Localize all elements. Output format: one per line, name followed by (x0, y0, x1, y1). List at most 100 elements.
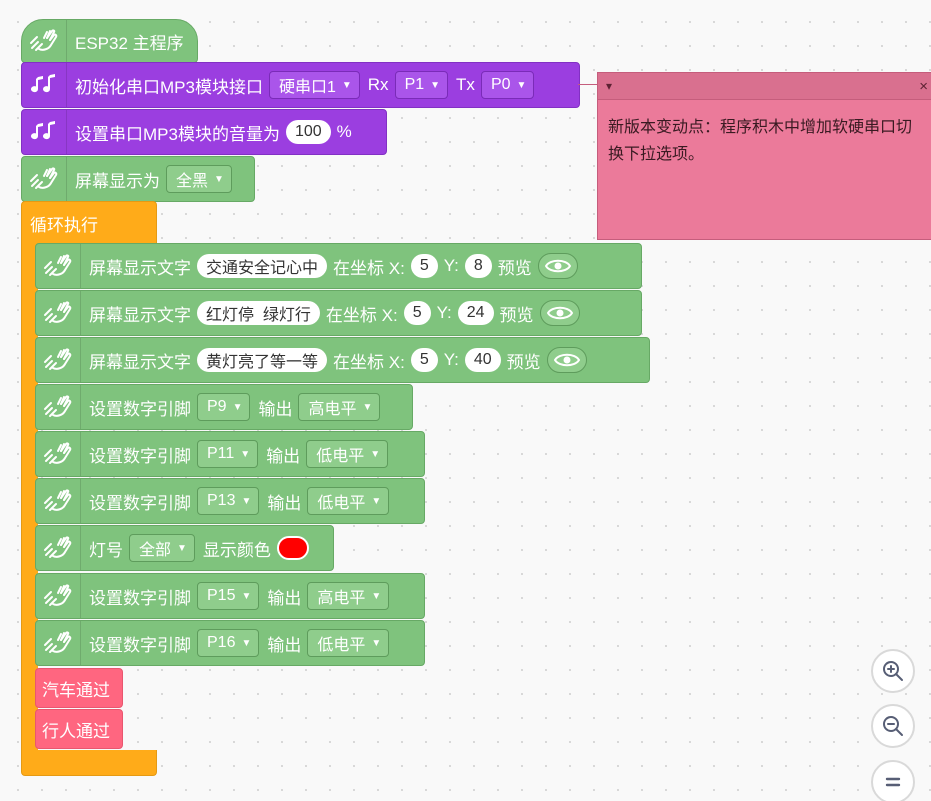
output-label: 输出 (267, 493, 302, 513)
zoom-out-button[interactable] (871, 704, 915, 748)
eye-icon[interactable] (539, 300, 580, 326)
pin-dropdown[interactable]: P11 ▼ (197, 440, 259, 468)
comment-text[interactable]: 新版本变动点：程序积木中增加软硬串口切换下拉选项。 (598, 100, 931, 182)
tx-label: Tx (456, 75, 475, 94)
screen-fill-dropdown[interactable]: 全黑 ▼ (166, 165, 232, 193)
level-dropdown[interactable]: 低电平 ▼ (307, 629, 390, 657)
music-note-icon (22, 63, 67, 107)
pin-dropdown[interactable]: P15 ▼ (197, 582, 260, 610)
digital-pin-block[interactable]: 设置数字引脚 P13 ▼ 输出 低电平 ▼ (35, 478, 425, 524)
coord-y-label: Y: (443, 256, 459, 275)
led-color-block[interactable]: 灯号 全部 ▼ 显示颜色 (35, 525, 334, 571)
mp3-volume-block[interactable]: 设置串口MP3模块的音量为 100 % (21, 109, 387, 155)
coord-x-input[interactable]: 5 (410, 254, 438, 278)
output-label: 输出 (267, 635, 302, 655)
hand-icon (36, 291, 81, 335)
reset-zoom-button[interactable] (871, 760, 915, 801)
coord-x-label: 在坐标 X: (325, 305, 398, 325)
comment-bubble[interactable]: ▾ × 新版本变动点：程序积木中增加软硬串口切换下拉选项。 (597, 72, 931, 240)
volume-input[interactable]: 100 (285, 120, 331, 144)
screen-fill-value: 全黑 (176, 173, 209, 190)
collapse-icon[interactable]: ▾ (606, 79, 612, 93)
coord-x-label: 在坐标 X: (333, 258, 405, 278)
main-program-label: ESP32 主程序 (75, 33, 184, 53)
close-icon[interactable]: × (919, 78, 928, 95)
digital-pin-label: 设置数字引脚 (89, 635, 191, 655)
loop-label: 循环执行 (30, 215, 98, 235)
digital-pin-block[interactable]: 设置数字引脚 P9 ▼ 输出 高电平 ▼ (35, 384, 413, 430)
coord-x-input[interactable]: 5 (403, 301, 431, 325)
coord-y-label: Y: (443, 350, 459, 369)
coord-y-input[interactable]: 8 (464, 254, 492, 278)
rx-pin-dropdown[interactable]: P1 ▼ (394, 71, 449, 99)
level-value: 低电平 (317, 495, 366, 512)
digital-pin-label: 设置数字引脚 (89, 588, 191, 608)
color-swatch[interactable] (276, 536, 309, 560)
coord-y-label: Y: (436, 303, 452, 322)
chevron-down-icon: ▼ (177, 542, 187, 554)
digital-pin-block[interactable]: 设置数字引脚 P11 ▼ 输出 低电平 ▼ (35, 431, 425, 477)
preview-label: 预览 (497, 258, 532, 278)
coord-x-input[interactable]: 5 (410, 348, 438, 372)
chevron-down-icon: ▼ (371, 495, 382, 507)
hand-icon (36, 432, 81, 476)
procedure-car-pass[interactable]: 汽车通过 (35, 668, 123, 708)
pin-dropdown[interactable]: P16 ▼ (197, 629, 260, 657)
pin-value: P9 (207, 398, 227, 415)
screen-text-label: 屏幕显示文字 (89, 305, 191, 325)
serial-port-value: 硬串口1 (278, 79, 336, 96)
hand-icon (36, 621, 81, 665)
mp3-init-block[interactable]: 初始化串口MP3模块接口 硬串口1 ▼ Rx P1 ▼ Tx P0 ▼ (21, 62, 580, 108)
hand-icon (36, 479, 81, 523)
preview-label: 预览 (506, 352, 541, 372)
workspace[interactable]: ESP32 主程序 初始化串口MP3模块接口 硬串口1 ▼ Rx P1 ▼ Tx… (0, 0, 931, 801)
digital-pin-label: 设置数字引脚 (89, 399, 191, 419)
screen-text-block[interactable]: 屏幕显示文字 黄灯亮了等一等 在坐标 X: 5 Y: 40 预览 (35, 337, 650, 383)
screen-text-input[interactable]: 红灯停 绿灯行 (197, 301, 320, 325)
chevron-down-icon: ▼ (430, 79, 441, 91)
chevron-down-icon: ▼ (232, 401, 243, 413)
main-program-block[interactable]: ESP32 主程序 (21, 19, 198, 63)
chevron-down-icon: ▼ (241, 495, 252, 507)
pin-value: P11 (207, 445, 235, 462)
pin-dropdown[interactable]: P9 ▼ (197, 393, 251, 421)
zoom-in-icon (883, 661, 903, 681)
led-dropdown[interactable]: 全部 ▼ (129, 534, 195, 562)
serial-port-dropdown[interactable]: 硬串口1 ▼ (268, 71, 360, 99)
level-dropdown[interactable]: 低电平 ▼ (307, 487, 390, 515)
screen-text-block[interactable]: 屏幕显示文字 红灯停 绿灯行 在坐标 X: 5 Y: 24 预览 (35, 290, 642, 336)
comment-connector (578, 84, 597, 85)
digital-pin-block[interactable]: 设置数字引脚 P16 ▼ 输出 低电平 ▼ (35, 620, 425, 666)
output-label: 输出 (266, 446, 301, 466)
digital-pin-block[interactable]: 设置数字引脚 P15 ▼ 输出 高电平 ▼ (35, 573, 425, 619)
level-dropdown[interactable]: 低电平 ▼ (306, 440, 389, 468)
pin-value: P15 (207, 587, 236, 604)
chevron-down-icon: ▼ (214, 173, 224, 185)
loop-block[interactable]: 循环执行 (21, 201, 157, 245)
screen-text-input[interactable]: 交通安全记心中 (197, 254, 328, 278)
music-note-icon (22, 110, 67, 154)
screen-text-block[interactable]: 屏幕显示文字 交通安全记心中 在坐标 X: 5 Y: 8 预览 (35, 243, 642, 289)
eye-icon[interactable] (546, 347, 587, 373)
hand-icon (22, 20, 67, 62)
eye-icon[interactable] (537, 253, 578, 279)
level-dropdown[interactable]: 高电平 ▼ (298, 393, 381, 421)
procedure-pedestrian-pass[interactable]: 行人通过 (35, 709, 123, 749)
chevron-down-icon: ▼ (371, 637, 382, 649)
led-value: 全部 (139, 542, 172, 559)
coord-y-input[interactable]: 24 (457, 301, 494, 325)
tx-pin-dropdown[interactable]: P0 ▼ (480, 71, 535, 99)
loop-block-bottom[interactable] (21, 750, 157, 776)
chevron-down-icon: ▼ (241, 637, 252, 649)
screen-fill-block[interactable]: 屏幕显示为 全黑 ▼ (21, 156, 255, 202)
zoom-in-button[interactable] (871, 649, 915, 693)
pin-dropdown[interactable]: P13 ▼ (197, 487, 260, 515)
screen-text-label: 屏幕显示文字 (89, 258, 191, 278)
coord-y-input[interactable]: 40 (464, 348, 501, 372)
level-dropdown[interactable]: 高电平 ▼ (307, 582, 390, 610)
chevron-down-icon: ▼ (341, 79, 352, 91)
screen-text-input[interactable]: 黄灯亮了等一等 (197, 348, 328, 372)
hand-icon (36, 244, 81, 288)
hand-icon (22, 157, 67, 201)
comment-header[interactable]: ▾ × (598, 73, 931, 100)
